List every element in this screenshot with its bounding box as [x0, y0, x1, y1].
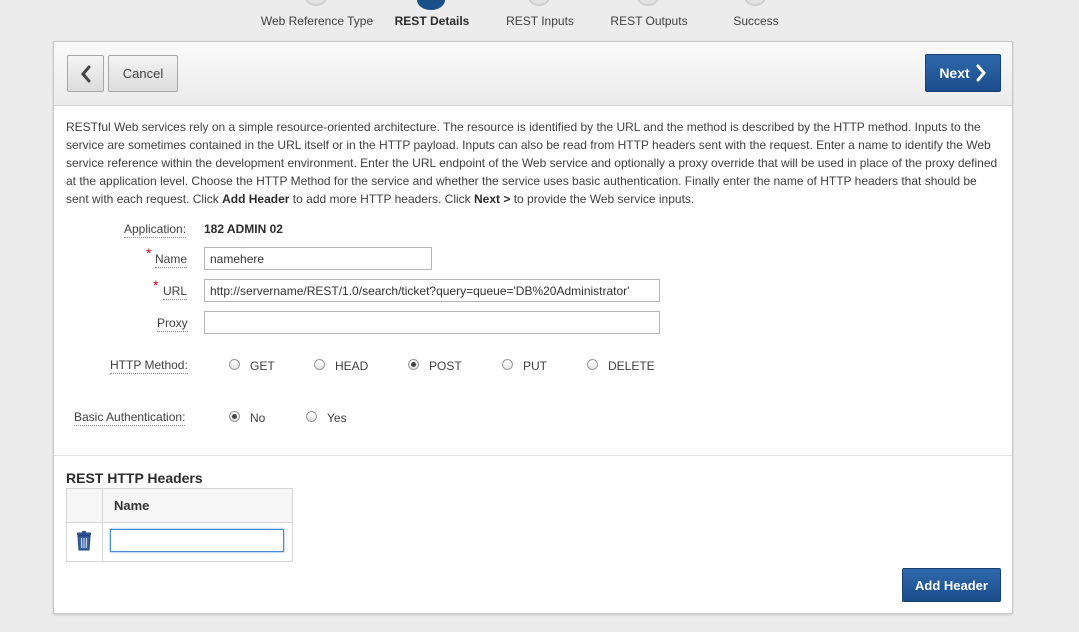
basic-auth-yes-radio[interactable]: Yes [306, 410, 347, 425]
basic-auth-label: Basic Authentication: [74, 410, 186, 426]
next-button-label: Next [939, 65, 970, 81]
headers-grid-header [67, 489, 292, 523]
step-label: Success [733, 14, 779, 28]
http-method-delete-radio[interactable]: DELETE [587, 358, 655, 373]
required-marker: * [153, 277, 159, 293]
help-text-part: to provide the Web service inputs. [513, 192, 695, 206]
header-name-input[interactable] [110, 529, 284, 552]
application-value: 182 ADMIN 02 [204, 222, 283, 236]
next-button[interactable]: Next [925, 54, 1001, 92]
proxy-label: Proxy [157, 316, 188, 332]
step-indicator [305, 0, 327, 6]
help-text-bold: Next > [474, 192, 511, 206]
radio-label: POST [429, 359, 462, 373]
url-input[interactable] [204, 279, 660, 302]
radio-dot[interactable] [306, 410, 317, 422]
column-divider [102, 489, 103, 561]
radio-label: PUT [523, 359, 547, 373]
url-label: URL [163, 284, 188, 300]
application-label: Application: [124, 222, 187, 238]
http-method-post-radio[interactable]: POST [408, 358, 462, 373]
help-text-bold: Add Header [222, 192, 290, 206]
headers-grid: Name [66, 488, 293, 562]
step-indicator-current [417, 0, 445, 10]
region-header: Cancel Next [54, 42, 1012, 106]
wizard-region: Cancel Next RESTful Web services rely on… [53, 41, 1013, 614]
help-text: RESTful Web services rely on a simple re… [66, 118, 1002, 208]
radio-dot[interactable] [314, 358, 325, 370]
column-header-name: Name [114, 498, 150, 513]
http-method-head-radio[interactable]: HEAD [314, 358, 369, 373]
step-indicator [528, 0, 550, 6]
chevron-left-icon [80, 65, 90, 82]
name-input[interactable] [204, 247, 432, 270]
section-divider [54, 455, 1012, 456]
chevron-right-icon [976, 64, 986, 82]
basic-auth-no-radio[interactable]: No [229, 410, 266, 425]
radio-dot[interactable] [587, 358, 598, 370]
radio-label: No [250, 411, 266, 425]
back-button[interactable] [67, 55, 104, 92]
step-indicator [744, 0, 766, 6]
cancel-button[interactable]: Cancel [108, 55, 178, 92]
radio-dot-selected[interactable] [229, 410, 240, 422]
trash-icon[interactable] [75, 531, 93, 554]
http-method-get-radio[interactable]: GET [229, 358, 275, 373]
help-text-part: to add more HTTP headers. Click [292, 192, 471, 206]
add-header-button[interactable]: Add Header [902, 568, 1001, 602]
wizard-progress: Web Reference Type REST Details REST Inp… [0, 0, 1079, 40]
radio-label: DELETE [608, 359, 655, 373]
headers-section-title: REST HTTP Headers [66, 470, 203, 486]
radio-dot-selected[interactable] [408, 358, 419, 370]
required-marker: * [146, 245, 152, 261]
radio-dot[interactable] [502, 358, 513, 370]
radio-label: Yes [327, 411, 347, 425]
step-indicator [637, 0, 659, 6]
radio-dot[interactable] [229, 358, 240, 370]
http-method-label: HTTP Method: [110, 358, 188, 374]
radio-label: HEAD [335, 359, 369, 373]
name-label: Name [155, 252, 188, 268]
radio-label: GET [250, 359, 275, 373]
proxy-input[interactable] [204, 311, 660, 334]
http-method-put-radio[interactable]: PUT [502, 358, 547, 373]
